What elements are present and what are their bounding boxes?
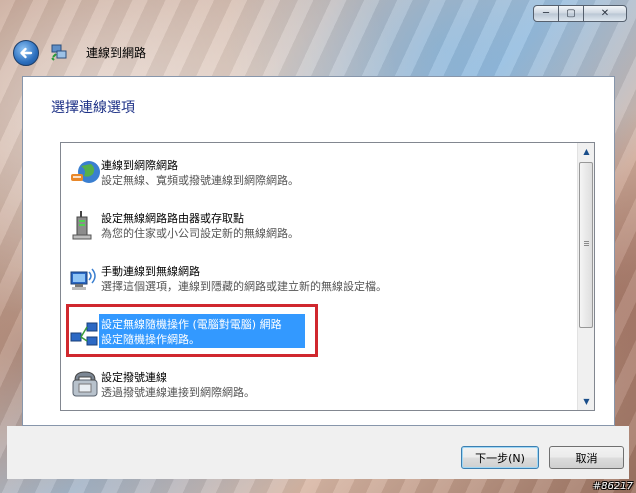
option-title: 設定無線網路路由器或存取點 <box>101 212 244 225</box>
close-button[interactable]: ✕ <box>584 5 627 22</box>
grip-icon <box>584 241 589 247</box>
content-panel: 選擇連線選項 連線到網際網路 設定無線、寬頻或撥號連線到網際網路。 設定無線網路… <box>22 76 615 426</box>
minimize-button[interactable]: ─ <box>533 5 559 22</box>
highlight-annotation-box <box>66 304 318 357</box>
connection-options-list[interactable]: 連線到網際網路 設定無線、寬頻或撥號連線到網際網路。 設定無線網路路由器或存取點… <box>60 142 595 411</box>
button-bar: 下一步(N) 取消 <box>7 426 629 479</box>
option-description: 透過撥號連線連接到網際網路。 <box>101 386 255 399</box>
option-title: 手動連線到無線網路 <box>101 265 200 278</box>
router-icon <box>72 211 92 240</box>
option-description: 為您的住家或小公司設定新的無線網路。 <box>101 227 299 240</box>
option-title: 連線到網際網路 <box>101 159 178 172</box>
option-manual-wireless[interactable]: 手動連線到無線網路 選擇這個選項，連線到隱藏的網路或建立新的無線設定檔。 <box>69 259 577 301</box>
caption-buttons: ─ ▢ ✕ <box>533 5 627 22</box>
option-connect-internet[interactable]: 連線到網際網路 設定無線、寬頻或撥號連線到網際網路。 <box>69 153 577 195</box>
scroll-thumb[interactable] <box>579 162 593 328</box>
back-button[interactable] <box>13 40 39 66</box>
option-title: 設定撥號連線 <box>101 371 167 384</box>
dialup-phone-icon <box>72 371 98 397</box>
option-description: 設定無線、寬頻或撥號連線到網際網路。 <box>101 174 299 187</box>
scroll-up-arrow-icon[interactable]: ▲ <box>578 143 595 160</box>
next-button[interactable]: 下一步(N) <box>461 446 539 469</box>
back-arrow-icon <box>20 47 33 59</box>
network-wizard-icon <box>51 44 67 61</box>
watermark: #86217 <box>592 481 633 492</box>
window-title: 連線到網路 <box>86 46 147 60</box>
option-adhoc-network[interactable]: 設定無線隨機操作 (電腦對電腦) 網路 設定隨機操作網路。 <box>66 304 577 357</box>
option-setup-router[interactable]: 設定無線網路路由器或存取點 為您的住家或小公司設定新的無線網路。 <box>69 206 577 248</box>
vertical-scrollbar[interactable]: ▲ ▼ <box>577 143 594 410</box>
wireless-computers-icon <box>70 268 96 290</box>
option-dialup[interactable]: 設定撥號連線 透過撥號連線連接到網際網路。 <box>69 365 577 407</box>
scroll-down-arrow-icon[interactable]: ▼ <box>578 393 595 410</box>
internet-globe-icon <box>71 161 100 183</box>
cancel-button[interactable]: 取消 <box>549 446 624 469</box>
option-description: 選擇這個選項，連線到隱藏的網路或建立新的無線設定檔。 <box>101 280 387 293</box>
page-heading: 選擇連線選項 <box>51 100 135 116</box>
maximize-button[interactable]: ▢ <box>559 5 584 22</box>
